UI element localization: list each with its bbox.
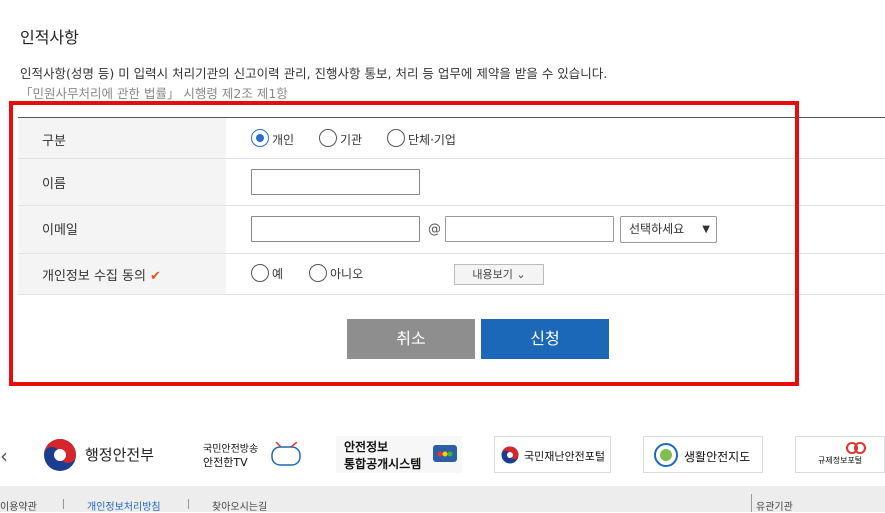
regulation-logo-icon bbox=[846, 442, 866, 454]
monitor-icon bbox=[433, 445, 457, 462]
footer-link-privacy[interactable]: 개인정보처리방침 bbox=[87, 498, 161, 513]
map-globe-icon bbox=[654, 443, 678, 467]
banner-safetv-line1: 국민안전방송 bbox=[203, 444, 259, 455]
banner-disaster-portal[interactable]: 국민재난안전포털 bbox=[494, 436, 611, 473]
banner-regulation-portal-label: 규제정보포털 bbox=[818, 456, 863, 465]
footer-related-select[interactable]: 유관기관 bbox=[756, 498, 793, 513]
banner-safety-map[interactable]: 생활안전지도 bbox=[643, 436, 763, 473]
footer-divider bbox=[63, 499, 64, 509]
banner-safetv-line2: 안전한TV bbox=[203, 456, 248, 469]
mois-logo-icon bbox=[44, 439, 76, 471]
footer-link-directions[interactable]: 찾아오시는길 bbox=[212, 498, 267, 513]
banner-safety-info-line1: 안전정보 bbox=[344, 440, 389, 454]
section-description: 인적사항(성명 등) 미 입력시 처리기관의 신고이력 관리, 진행사항 통보,… bbox=[20, 66, 608, 81]
footer-divider bbox=[188, 499, 189, 509]
banner-regulation-portal[interactable]: 규제정보포털 bbox=[795, 436, 885, 473]
footer-link-terms[interactable]: 이용약관 bbox=[0, 498, 37, 513]
banner-safety-info[interactable]: 안전정보 통합공개시스템 bbox=[336, 436, 462, 473]
banner-safety-info-line2: 통합공개시스템 bbox=[344, 457, 422, 471]
highlight-box bbox=[9, 101, 799, 386]
korea-emblem-icon bbox=[501, 446, 519, 464]
banner-prev-icon[interactable]: ‹ bbox=[0, 444, 8, 468]
section-title: 인적사항 bbox=[20, 28, 79, 47]
banner-mois-label: 행정안전부 bbox=[85, 446, 155, 464]
footer-divider bbox=[751, 494, 752, 512]
tv-icon bbox=[271, 442, 301, 466]
banner-disaster-portal-label: 국민재난안전포털 bbox=[524, 450, 605, 463]
banner-safety-map-label: 생활안전지도 bbox=[684, 450, 751, 464]
banner-mois[interactable]: 행정안전부 bbox=[43, 436, 166, 473]
law-reference: 「민원사무처리에 관한 법률」 시행령 제2조 제1항 bbox=[20, 86, 288, 101]
banner-safetv[interactable]: 국민안전방송 안전한TV bbox=[193, 436, 310, 473]
